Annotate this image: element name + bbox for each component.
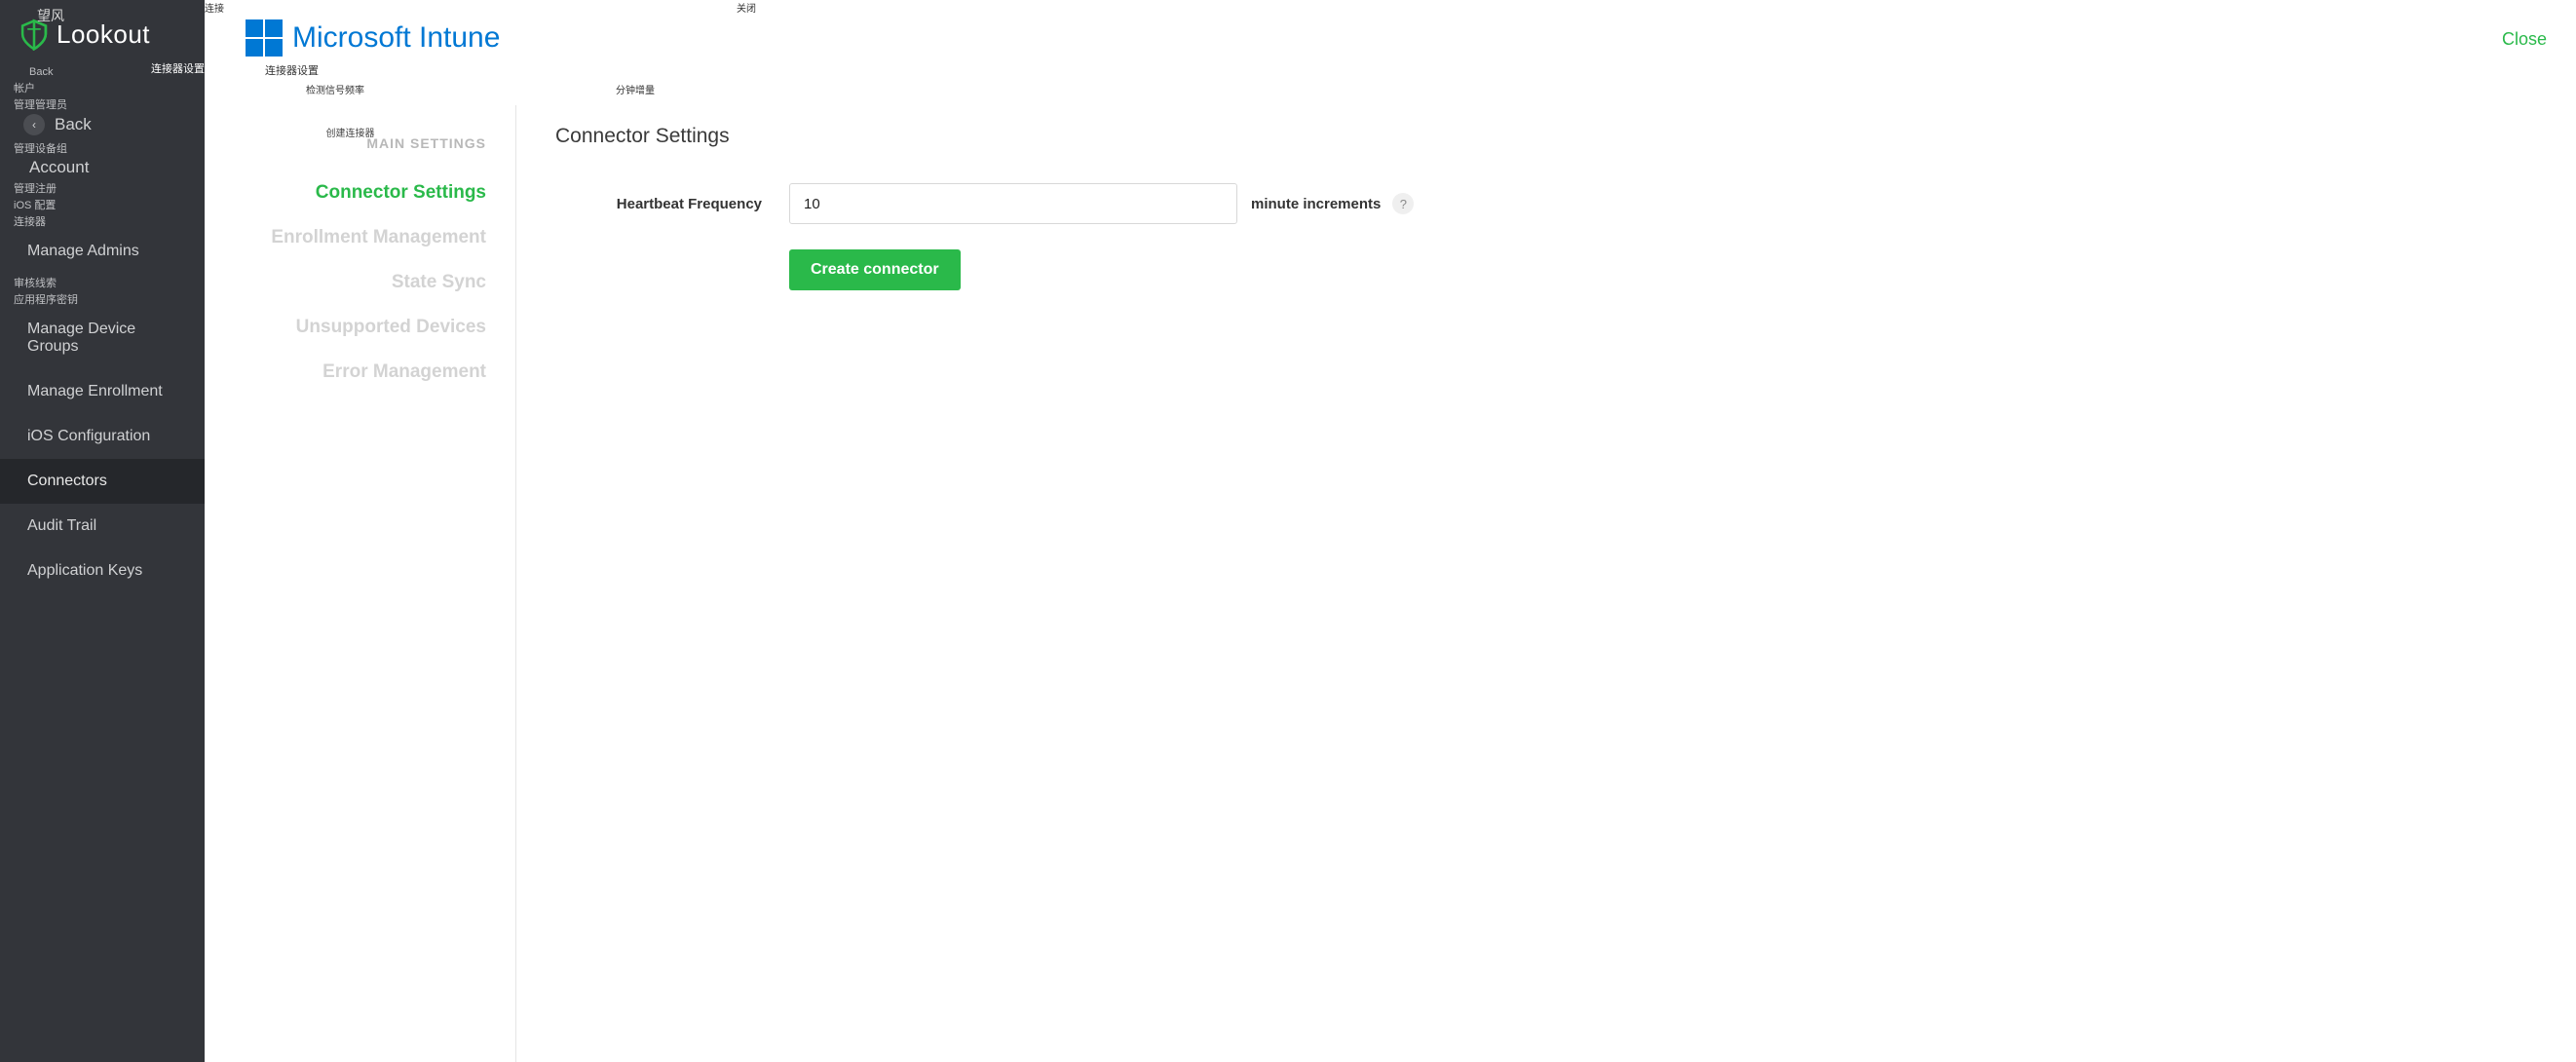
nav-item-error-management[interactable]: Error Management [214, 350, 486, 395]
sidebar-corner-label: 连接器设置 [151, 60, 205, 76]
sidebar-item-connectors[interactable]: Connectors [0, 459, 205, 504]
sidebar-back-label: Back [55, 115, 92, 134]
close-link[interactable]: Close [2502, 29, 2547, 50]
nav-item-unsupported-devices[interactable]: Unsupported Devices [214, 305, 486, 350]
nav-item-connector-settings[interactable]: Connector Settings [214, 171, 486, 215]
heartbeat-row: Heartbeat Frequency minute increments ? [555, 183, 2537, 224]
sidebar-item-manage-admins[interactable]: Manage Admins [0, 229, 205, 274]
secondrow-b: 分钟增量 [616, 82, 655, 96]
intune-text: Microsoft Intune [292, 21, 500, 55]
header: Microsoft Intune Close [205, 12, 2576, 62]
help-icon[interactable]: ? [1392, 193, 1414, 214]
sidebar-hint-appkeys: 应用程序密钥 [0, 290, 205, 307]
sidebar-item-audit-trail[interactable]: Audit Trail [0, 504, 205, 549]
sidebar-item-manage-device-groups[interactable]: Manage Device Groups [0, 307, 205, 369]
top-strip: 连接 关闭 [205, 0, 2576, 12]
heartbeat-label: Heartbeat Frequency [555, 196, 789, 212]
second-row-labels: 检测信号频率 分钟增量 [205, 78, 2576, 95]
sidebar: 望风 Lookout Back 帐户 连接器设置 管理管理员 ‹ Back 管理… [0, 0, 205, 1062]
secondrow-a: 检测信号频率 [306, 82, 364, 96]
heartbeat-input[interactable] [789, 183, 1237, 224]
header-sub-label: 连接器设置 [205, 62, 2576, 78]
brand-logo[interactable]: Lookout [0, 10, 205, 62]
content-row: 创建连接器 MAIN SETTINGS Connector Settings E… [205, 95, 2576, 1062]
sidebar-hint-ios: iOS 配置 [0, 196, 205, 212]
sidebar-item-account[interactable]: Account [0, 156, 205, 179]
sidebar-hint-devicegroups: 管理设备组 [0, 139, 205, 156]
sidebar-item-application-keys[interactable]: Application Keys [0, 549, 205, 593]
sidebar-item-manage-enrollment[interactable]: Manage Enrollment [0, 369, 205, 414]
sidebar-item-ios-configuration[interactable]: iOS Configuration [0, 414, 205, 459]
nav-item-enrollment-management[interactable]: Enrollment Management [214, 215, 486, 260]
chevron-left-icon: ‹ [23, 114, 45, 135]
heartbeat-suffix: minute increments [1251, 196, 1381, 212]
sidebar-hint-connectors: 连接器 [0, 212, 205, 229]
create-connector-button[interactable]: Create connector [789, 249, 961, 290]
sidebar-back[interactable]: ‹ Back [0, 112, 205, 139]
sidebar-hint-admins: 管理管理员 [0, 95, 205, 112]
windows-icon [246, 19, 283, 57]
brand-text: Lookout [57, 19, 150, 50]
sidebar-hint-account: 帐户 [0, 79, 205, 95]
sidebar-top-hint: 望风 [37, 6, 64, 25]
settings-content: Connector Settings Heartbeat Frequency m… [516, 105, 2576, 1062]
settings-title: Connector Settings [555, 125, 2537, 148]
sidebar-hint-enrollment: 管理注册 [0, 179, 205, 196]
sidebar-hint-audit: 审核线索 [0, 274, 205, 290]
intune-logo: Microsoft Intune [246, 19, 500, 57]
button-row: Create connector [555, 249, 2537, 290]
settings-nav: 创建连接器 MAIN SETTINGS Connector Settings E… [205, 105, 516, 1062]
nav-item-state-sync[interactable]: State Sync [214, 260, 486, 305]
main-area: 连接 关闭 Microsoft Intune Close 连接器设置 检测信号频… [205, 0, 2576, 1062]
